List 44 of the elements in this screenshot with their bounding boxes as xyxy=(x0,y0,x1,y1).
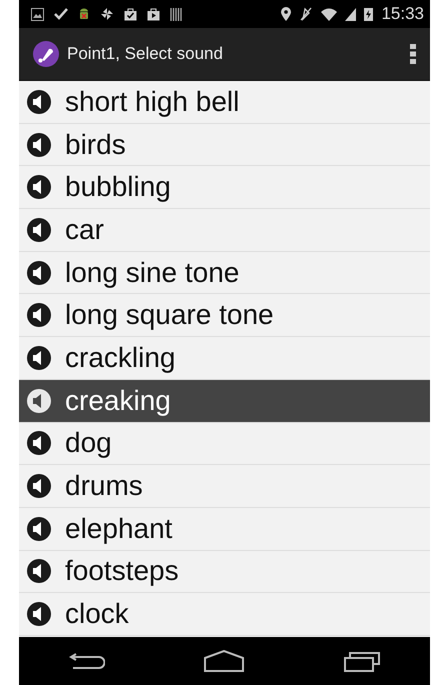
speaker-icon xyxy=(27,260,51,285)
app-icon[interactable] xyxy=(33,41,59,67)
screen-title: Point1, Select sound xyxy=(67,44,224,64)
speaker-icon xyxy=(27,175,51,200)
home-icon[interactable] xyxy=(204,650,244,672)
sound-list-item[interactable]: bubbling xyxy=(19,166,430,210)
speaker-icon xyxy=(27,303,51,328)
overflow-menu-icon[interactable] xyxy=(410,44,416,64)
sound-list-item[interactable]: creaking xyxy=(19,380,430,422)
sound-list-item[interactable]: clock xyxy=(19,593,430,636)
sound-list-item[interactable]: long square tone xyxy=(19,294,430,338)
picture-icon xyxy=(31,8,44,20)
bag-play-icon xyxy=(147,8,160,20)
back-icon[interactable] xyxy=(68,652,105,670)
speaker-icon xyxy=(27,132,51,157)
speaker-icon xyxy=(27,388,51,413)
barcode-icon xyxy=(170,8,182,20)
signal-icon xyxy=(345,8,356,20)
speaker-icon xyxy=(27,474,51,498)
recent-apps-icon[interactable] xyxy=(344,650,380,672)
speaker-icon xyxy=(27,516,51,541)
location-icon xyxy=(281,7,292,21)
mute-icon xyxy=(299,7,314,21)
battery-icon xyxy=(364,7,374,21)
wifi-icon xyxy=(321,8,338,20)
check-icon xyxy=(54,8,68,20)
speaker-icon xyxy=(27,431,51,456)
sound-list-item[interactable]: dog xyxy=(19,422,430,466)
sound-list-item[interactable]: elephant xyxy=(19,508,430,551)
android-icon xyxy=(78,8,90,20)
speaker-icon xyxy=(27,559,51,584)
sound-list-item[interactable]: short high bell xyxy=(19,81,430,124)
sound-list-item[interactable]: birds xyxy=(19,124,430,166)
sound-list-item[interactable]: drums xyxy=(19,465,430,508)
speaker-icon xyxy=(27,602,51,626)
speaker-icon xyxy=(27,218,51,242)
sound-list-item[interactable]: long sine tone xyxy=(19,252,430,294)
clock-time: 15:33 xyxy=(381,4,424,24)
sound-list-item[interactable]: footsteps xyxy=(19,550,430,594)
sound-list-item[interactable]: car xyxy=(19,209,430,252)
pinwheel-icon xyxy=(100,7,114,21)
bag-check-icon xyxy=(124,8,137,20)
speaker-icon xyxy=(27,346,51,370)
speaker-icon xyxy=(27,90,51,114)
